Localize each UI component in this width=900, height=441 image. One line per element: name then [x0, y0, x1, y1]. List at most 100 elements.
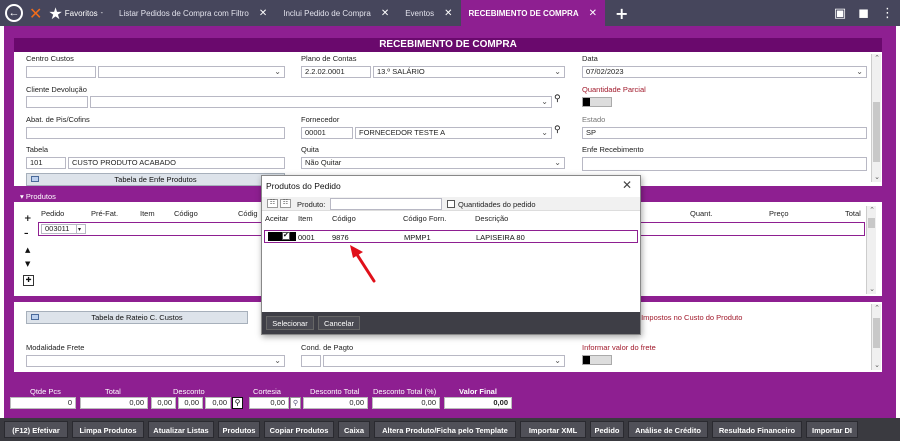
cliente-devolucao-code-input[interactable]	[26, 96, 88, 108]
scroll-up-icon[interactable]: ⌃	[867, 206, 877, 215]
expand-row-button[interactable]: ✚	[23, 275, 34, 286]
close-icon[interactable]: ✕	[622, 178, 632, 192]
estado-input[interactable]: SP	[582, 127, 867, 139]
plano-contas-select[interactable]: 13.º SALÁRIO ⌄	[373, 66, 565, 78]
analise-credito-button[interactable]: Análise de Crédito	[628, 421, 708, 438]
pedido-cell-input[interactable]: 003011	[41, 224, 77, 234]
caixa-button[interactable]: Caixa	[338, 421, 370, 438]
informar-frete-toggle[interactable]	[582, 355, 612, 365]
search-icon[interactable]: ⚲	[290, 397, 301, 409]
desconto-value-1[interactable]: 0,00	[151, 397, 176, 409]
scroll-thumb[interactable]	[873, 102, 880, 162]
produto-filter-input[interactable]	[330, 198, 442, 210]
table-row[interactable]: 0001 9876 MPMP1 LAPISEIRA 80	[264, 230, 638, 243]
tabela-enfe-button[interactable]: Tabela de Enfe Produtos	[26, 173, 285, 186]
produtos-button[interactable]: Produtos	[218, 421, 260, 438]
close-icon[interactable]: ✕	[589, 8, 597, 19]
scroll-thumb[interactable]	[873, 318, 880, 348]
scroll-thumb[interactable]	[868, 218, 875, 228]
centro-custos-select[interactable]: ⌄	[98, 66, 285, 78]
chat-icon[interactable]: ◼	[858, 6, 869, 21]
quantidades-checkbox[interactable]	[447, 200, 455, 208]
star-icon[interactable]: ★	[48, 4, 62, 23]
aceitar-checkbox[interactable]	[282, 231, 290, 240]
add-row-button[interactable]: +	[24, 214, 32, 224]
copiar-produtos-button[interactable]: Copiar Produtos	[264, 421, 334, 438]
cond-pagto-select[interactable]: ⌄	[323, 355, 565, 367]
tabela-code-input[interactable]: 101	[26, 157, 66, 169]
tab-favoritos[interactable]: Favoritos -	[63, 0, 111, 26]
clipboard-check-icon[interactable]: ▣	[834, 6, 846, 21]
search-icon[interactable]: ⚲	[554, 94, 561, 104]
atualizar-listas-button[interactable]: Atualizar Listas	[148, 421, 214, 438]
back-arrow-icon[interactable]: ←	[5, 4, 23, 22]
chevron-down-icon: ⌄	[856, 67, 863, 76]
desconto-value-3[interactable]: 0,00	[205, 397, 231, 409]
quantidade-parcial-label: Quantidade Parcial	[582, 85, 646, 94]
cancelar-button[interactable]: Cancelar	[318, 316, 360, 330]
desconto-total-pct-value: 0,00	[372, 397, 440, 409]
remove-row-button[interactable]: –	[24, 229, 29, 239]
deselect-all-icon[interactable]: ☷	[280, 199, 291, 208]
efetivar-button[interactable]: (F12) Efetivar	[4, 421, 68, 438]
kebab-menu-icon[interactable]: ⋮	[881, 6, 894, 21]
col-item: Item	[298, 214, 313, 223]
scroll-up-icon[interactable]: ⌃	[872, 54, 882, 63]
select-all-icon[interactable]: ☷	[267, 199, 278, 208]
modalidade-frete-select[interactable]: ⌄	[26, 355, 285, 367]
tab-listar-pedidos[interactable]: Listar Pedidos de Compra com Filtro ✕	[111, 0, 275, 26]
estado-label: Estado	[582, 115, 606, 124]
rateio-button[interactable]: Tabela de Rateio C. Custos	[26, 311, 248, 324]
lower-scrollbar[interactable]: ⌃ ⌄	[871, 304, 881, 370]
centro-custos-code-input[interactable]	[26, 66, 96, 78]
data-select[interactable]: 07/02/2023 ⌄	[582, 66, 867, 78]
abat-pis-input[interactable]	[26, 127, 285, 139]
search-icon[interactable]: ⚲	[554, 125, 561, 135]
produto-filter-label: Produto:	[297, 200, 326, 209]
importar-di-button[interactable]: Importar DI	[806, 421, 858, 438]
close-icon[interactable]: ✕	[444, 8, 452, 19]
scroll-up-icon[interactable]: ⌃	[872, 304, 882, 313]
pedido-dropdown[interactable]: ▾	[76, 224, 86, 234]
move-up-button[interactable]: ▲	[25, 246, 30, 254]
scroll-down-icon[interactable]: ⌄	[872, 361, 882, 370]
close-icon[interactable]: ✕	[259, 8, 267, 19]
cond-pagto-label: Cond. de Pagto	[301, 343, 354, 352]
header-scrollbar[interactable]: ⌃ ⌄	[871, 54, 881, 182]
move-down-button[interactable]: ▼	[25, 260, 30, 268]
cond-pagto-code-input[interactable]	[301, 355, 321, 367]
limpa-produtos-button[interactable]: Limpa Produtos	[72, 421, 144, 438]
add-tab-icon[interactable]: +	[615, 4, 628, 23]
selecionar-button[interactable]: Selecionar	[266, 316, 314, 330]
aceitar-toggle[interactable]	[268, 231, 296, 241]
cortesia-value[interactable]: 0,00	[249, 397, 289, 409]
produtos-scrollbar[interactable]: ⌃ ⌄	[866, 206, 876, 294]
row-codigo-forn: MPMP1	[404, 233, 431, 242]
plano-contas-code-input[interactable]: 2.2.02.0001	[301, 66, 371, 78]
scroll-down-icon[interactable]: ⌄	[867, 285, 877, 294]
tab-eventos[interactable]: Eventos ✕	[397, 0, 460, 26]
altera-produto-template-button[interactable]: Altera Produto/Ficha pelo Template	[374, 421, 516, 438]
tab-recebimento-compra[interactable]: RECEBIMENTO DE COMPRA ✕	[460, 0, 605, 26]
tabela-select[interactable]: CUSTO PRODUTO ACABADO	[68, 157, 285, 169]
tab-inclui-pedido[interactable]: Inclui Pedido de Compra ✕	[275, 0, 397, 26]
importar-xml-button[interactable]: Importar XML	[520, 421, 586, 438]
desconto-value-2[interactable]: 0,00	[178, 397, 203, 409]
resultado-financeiro-button[interactable]: Resultado Financeiro	[712, 421, 802, 438]
dialog-toolbar: ☷ ☷ Produto: Quantidades do pedido	[262, 197, 640, 211]
desconto-label: Desconto	[173, 387, 205, 396]
close-icon[interactable]: ✕	[381, 8, 389, 19]
pedido-button[interactable]: Pedido	[590, 421, 624, 438]
fornecedor-select[interactable]: FORNECEDOR TESTE A ⌄	[355, 127, 552, 139]
search-icon[interactable]: ⚲	[232, 397, 243, 409]
cliente-devolucao-select[interactable]: ⌄	[90, 96, 552, 108]
enfe-recebimento-input[interactable]	[582, 157, 867, 171]
qtde-pcs-value: 0	[10, 397, 76, 409]
fornecedor-code-input[interactable]: 00001	[301, 127, 353, 139]
informar-frete-label: Informar valor do frete	[582, 343, 656, 352]
desconto-total-value: 0,00	[303, 397, 368, 409]
scroll-down-icon[interactable]: ⌄	[872, 173, 882, 182]
quantidade-parcial-toggle[interactable]	[582, 97, 612, 107]
quita-select[interactable]: Não Quitar ⌄	[301, 157, 565, 169]
abat-pis-label: Abat. de Pis/Cofins	[26, 115, 90, 124]
